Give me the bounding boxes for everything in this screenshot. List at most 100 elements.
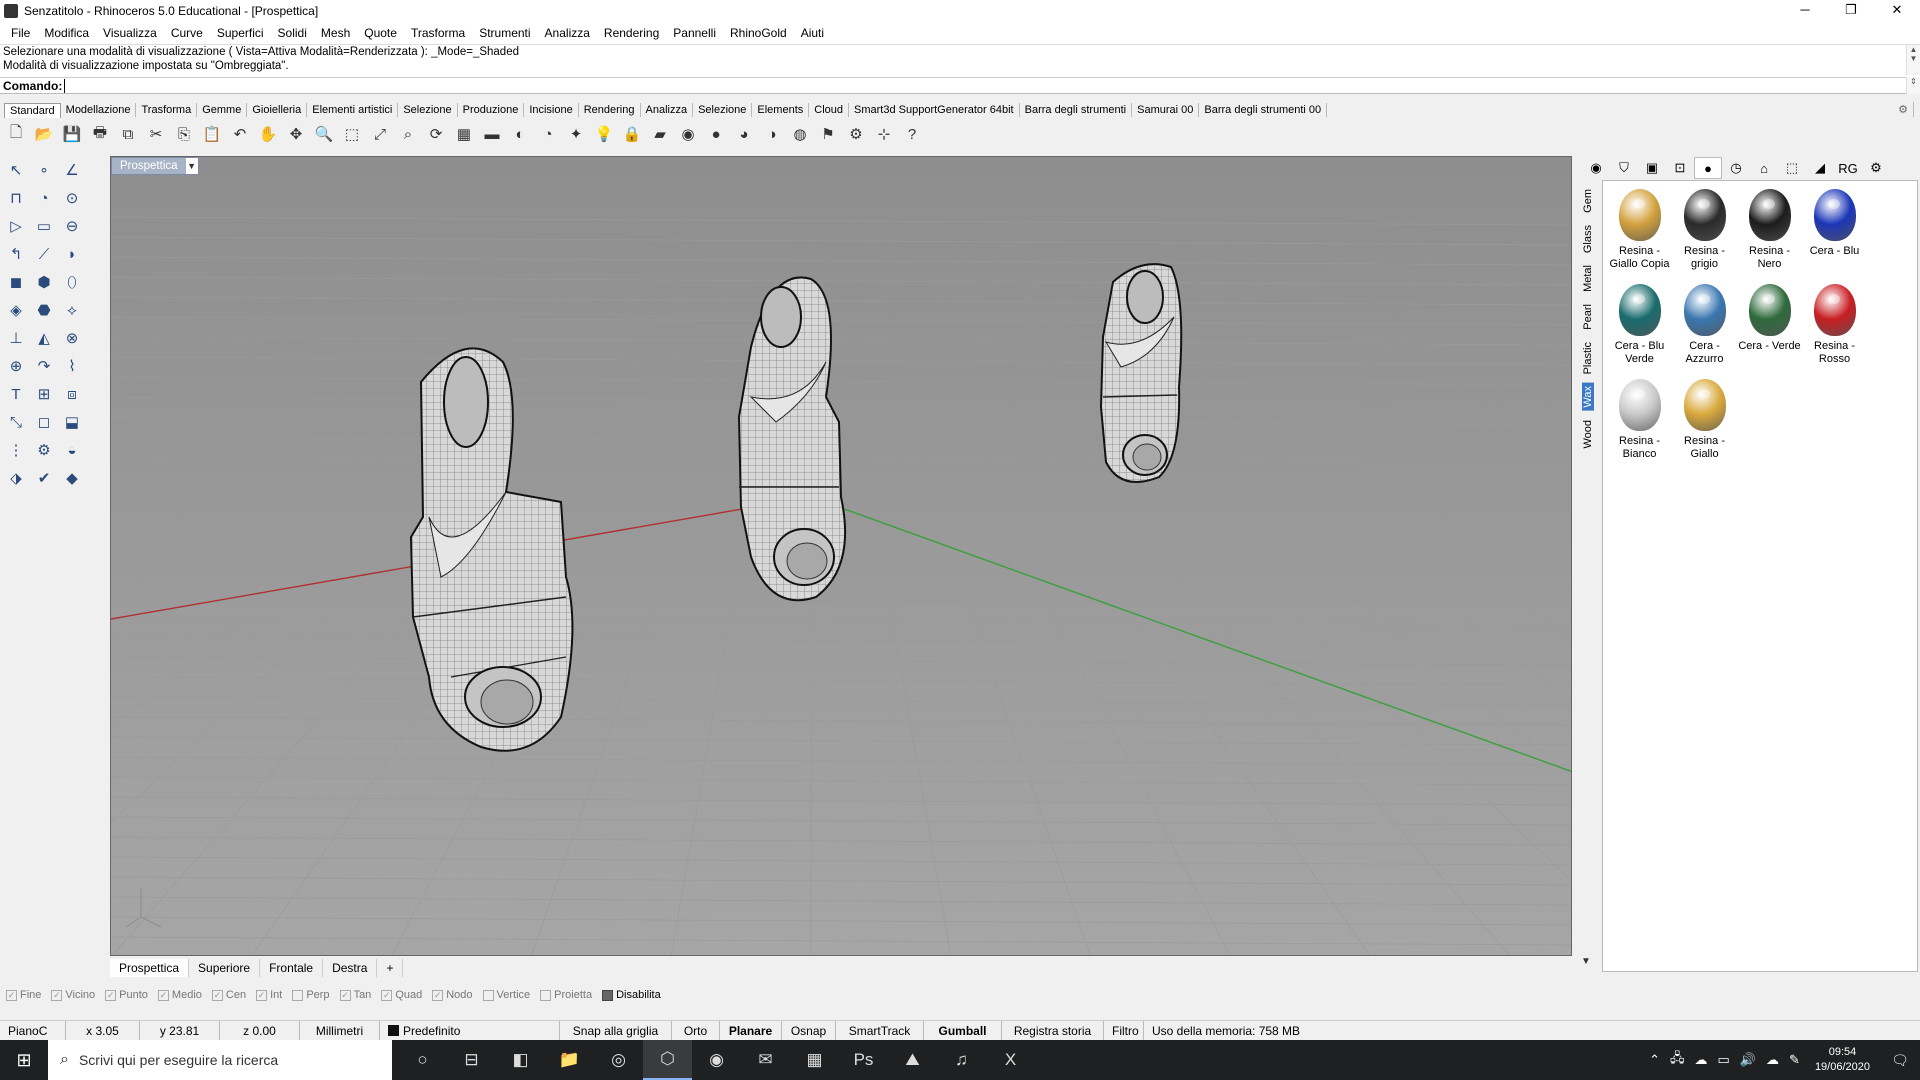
tool-icon[interactable]: ◻ bbox=[30, 408, 58, 436]
zoom-extents-icon[interactable]: ⤢ bbox=[368, 122, 392, 146]
panel-tab-icon[interactable]: ◉ bbox=[1582, 157, 1610, 179]
toolbar-tab[interactable]: Rendering bbox=[579, 103, 641, 117]
toolbar-tab[interactable]: Gioielleria bbox=[247, 103, 308, 117]
save-icon[interactable]: 💾 bbox=[60, 122, 84, 146]
osnap-checkbox[interactable]: ✓ bbox=[6, 989, 17, 1001]
toolbar-tab[interactable]: Analizza bbox=[641, 103, 694, 117]
excel-icon[interactable]: X bbox=[986, 1040, 1035, 1080]
rhino-icon[interactable]: ⬡ bbox=[643, 1040, 692, 1080]
tool-icon[interactable]: ◗ bbox=[58, 240, 86, 268]
light-icon[interactable]: 💡 bbox=[592, 122, 616, 146]
toolbar-tab[interactable]: Cloud bbox=[809, 103, 850, 117]
onedrive-icon[interactable]: ☁ bbox=[1766, 1052, 1779, 1068]
toolbar-tab[interactable]: Barra degli strumenti bbox=[1020, 103, 1133, 117]
osnap-medio[interactable]: ✓ Medio bbox=[157, 989, 202, 1001]
blender-icon[interactable]: ◉ bbox=[692, 1040, 741, 1080]
gear-icon[interactable]: ⚙ bbox=[844, 122, 868, 146]
tool-icon[interactable]: ⊖ bbox=[58, 212, 86, 240]
panel-tab-icon[interactable]: ▣ bbox=[1638, 157, 1666, 179]
notification-icon[interactable]: 🗨 bbox=[1880, 1052, 1920, 1069]
minimize-button[interactable]: ─ bbox=[1782, 0, 1828, 22]
osnap-checkbox[interactable]: ✓ bbox=[339, 989, 351, 1001]
tool-icon[interactable]: ◔ bbox=[30, 184, 58, 212]
menu-item-superfici[interactable]: Superfici bbox=[210, 26, 271, 40]
rotate-view-icon[interactable]: ⟳ bbox=[424, 122, 448, 146]
photos-icon[interactable]: ⛰ bbox=[888, 1040, 937, 1080]
toolbar-tab[interactable]: Modellazione bbox=[61, 103, 137, 117]
pen-icon[interactable]: ✎ bbox=[1789, 1052, 1800, 1068]
panel-tab-icon[interactable]: ⬚ bbox=[1778, 157, 1806, 179]
material-item[interactable]: Resina - Giallo Copia bbox=[1607, 189, 1672, 284]
osnap-cen[interactable]: ✓ Cen bbox=[211, 989, 246, 1001]
lock-icon[interactable]: 🔒 bbox=[620, 122, 644, 146]
taskbar-search[interactable]: ⌕ Scrivi qui per eseguire la ricerca bbox=[48, 1040, 392, 1080]
tool-icon[interactable]: ▭ bbox=[30, 212, 58, 240]
command-input[interactable] bbox=[64, 79, 1906, 93]
menu-item-solidi[interactable]: Solidi bbox=[271, 26, 314, 40]
tool-icon[interactable]: ⬓ bbox=[58, 408, 86, 436]
osnap-checkbox[interactable] bbox=[540, 989, 552, 1001]
copy-page-icon[interactable]: ⧉ bbox=[116, 122, 140, 146]
chrome-icon[interactable]: ◎ bbox=[594, 1040, 643, 1080]
panel-tab-icon[interactable]: ⌂ bbox=[1750, 157, 1778, 179]
osnap-int[interactable]: ✓ Int bbox=[256, 989, 282, 1001]
maximize-button[interactable]: ❐ bbox=[1828, 0, 1874, 22]
mail-icon[interactable]: ✉ bbox=[741, 1040, 790, 1080]
tool-icon[interactable]: ↷ bbox=[30, 352, 58, 380]
viewport-dropdown-icon[interactable]: ▼ bbox=[185, 158, 198, 174]
osnap-vicino[interactable]: ✓ Vicino bbox=[51, 989, 95, 1001]
viewport-title-tab[interactable]: Prospettica ▼ bbox=[111, 157, 199, 175]
osnap-disabilita[interactable]: Disabilita bbox=[602, 989, 661, 1001]
tool-icon[interactable]: ◆ bbox=[58, 464, 86, 492]
tool-icon[interactable]: ⊓ bbox=[2, 184, 30, 212]
status-toggle-osnap[interactable]: Osnap bbox=[782, 1020, 836, 1041]
menu-item-pannelli[interactable]: Pannelli bbox=[666, 26, 723, 40]
osnap-nodo[interactable]: ✓ Nodo bbox=[432, 989, 473, 1001]
toolbar-tab[interactable]: Selezione bbox=[398, 103, 458, 117]
task-view-icon[interactable]: ⊟ bbox=[447, 1040, 496, 1080]
tool-icon[interactable]: ⧈ bbox=[58, 380, 86, 408]
zoom-icon[interactable]: 🔍 bbox=[312, 122, 336, 146]
sphere-icon[interactable]: ● bbox=[704, 122, 728, 146]
tool-icon[interactable]: ⬢ bbox=[30, 268, 58, 296]
photoshop-icon[interactable]: Ps bbox=[839, 1040, 888, 1080]
menu-item-quote[interactable]: Quote bbox=[357, 26, 404, 40]
panel-scroll-down-icon[interactable]: ▼ bbox=[1581, 956, 1591, 967]
copy-icon[interactable]: ⎘ bbox=[172, 122, 196, 146]
open-icon[interactable]: 📂 bbox=[32, 122, 56, 146]
osnap-checkbox[interactable]: ✓ bbox=[51, 989, 63, 1001]
status-toggle-gumball[interactable]: Gumball bbox=[924, 1020, 1002, 1041]
panel-tab-icon[interactable]: ⛉ bbox=[1610, 157, 1638, 179]
tool-icon[interactable]: ⬗ bbox=[2, 464, 30, 492]
viewport-tab[interactable]: Prospettica bbox=[110, 959, 190, 977]
tool-icon[interactable]: ⚙ bbox=[30, 436, 58, 464]
osnap-checkbox[interactable]: ✓ bbox=[432, 989, 444, 1001]
material-item[interactable]: Resina - Bianco bbox=[1607, 379, 1672, 474]
undo-icon[interactable]: ↶ bbox=[228, 122, 252, 146]
folder-icon[interactable]: 📁 bbox=[545, 1040, 594, 1080]
cut-icon[interactable]: ✂ bbox=[144, 122, 168, 146]
tabs-gear-icon[interactable]: ⚙ bbox=[1893, 102, 1914, 117]
osnap-checkbox[interactable] bbox=[482, 989, 494, 1001]
category-tab-wood[interactable]: Wood bbox=[1582, 417, 1594, 452]
help-icon[interactable]: ? bbox=[900, 122, 924, 146]
panel-tab-icon[interactable]: ● bbox=[1694, 157, 1722, 179]
category-tab-plastic[interactable]: Plastic bbox=[1582, 339, 1594, 377]
tool-icon[interactable]: ⤡ bbox=[2, 408, 30, 436]
toolbar-tab[interactable]: Trasforma bbox=[136, 103, 198, 117]
add-viewport-icon[interactable]: + bbox=[377, 959, 404, 977]
tool-icon[interactable]: T bbox=[2, 380, 30, 408]
volume-icon[interactable]: 🔊 bbox=[1740, 1052, 1756, 1068]
tool-icon[interactable]: ⊥ bbox=[2, 324, 30, 352]
menu-item-file[interactable]: File bbox=[4, 26, 37, 40]
menu-item-analizza[interactable]: Analizza bbox=[538, 26, 597, 40]
category-tab-metal[interactable]: Metal bbox=[1582, 262, 1594, 295]
osnap-tan[interactable]: ✓ Tan bbox=[339, 989, 371, 1001]
viewport-tab[interactable]: Superiore bbox=[189, 959, 261, 977]
store-icon[interactable]: ◧ bbox=[496, 1040, 545, 1080]
menu-item-aiuti[interactable]: Aiuti bbox=[794, 26, 831, 40]
osnap-checkbox[interactable]: ✓ bbox=[157, 989, 169, 1001]
tool-icon[interactable]: ↰ bbox=[2, 240, 30, 268]
history-scrollbar[interactable]: ▲ ▼ bbox=[1906, 45, 1920, 75]
cplane-button[interactable]: PianoC bbox=[0, 1020, 66, 1041]
